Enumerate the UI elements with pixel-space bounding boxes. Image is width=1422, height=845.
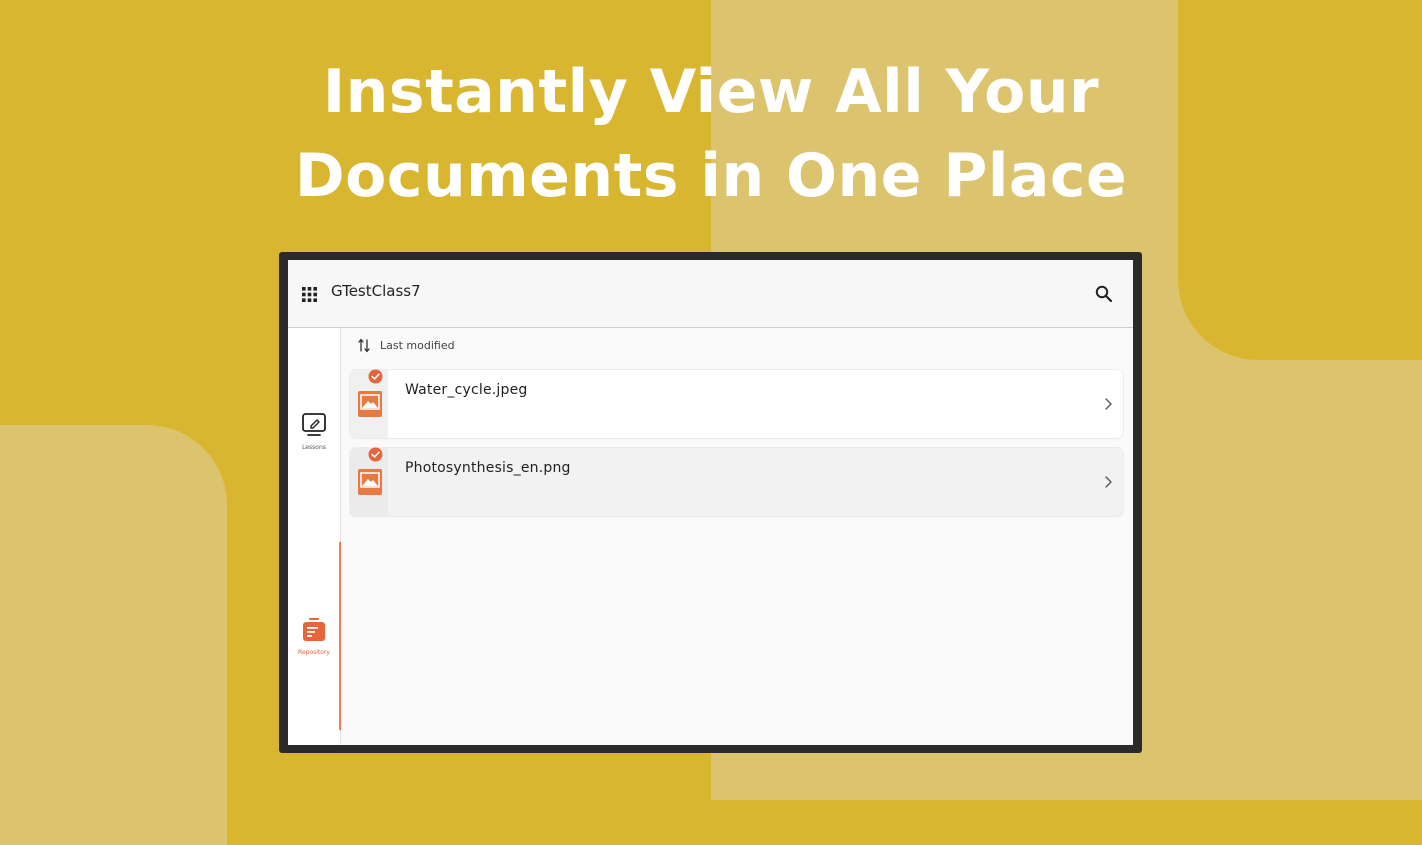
apps-grid-icon[interactable] bbox=[302, 287, 317, 302]
app-title: GTestClass7 bbox=[331, 282, 421, 300]
file-name: Water_cycle.jpeg bbox=[405, 382, 528, 398]
image-file-icon bbox=[358, 469, 382, 495]
file-row[interactable]: Photosynthesis_en.png bbox=[350, 447, 1123, 516]
check-icon bbox=[368, 447, 383, 462]
sidebar-item-repository[interactable]: Repository bbox=[288, 617, 340, 656]
lesson-edit-icon bbox=[302, 413, 326, 436]
chevron-right-icon bbox=[1105, 476, 1112, 488]
app-screen: GTestClass7 Lessons Repository Last modi… bbox=[288, 260, 1133, 745]
app-bar: GTestClass7 bbox=[288, 260, 1133, 328]
background-bottom-left-card bbox=[0, 425, 227, 845]
sidebar-item-label: Lessons bbox=[302, 444, 326, 451]
search-icon[interactable] bbox=[1094, 284, 1114, 304]
sidebar-item-lessons[interactable]: Lessons bbox=[288, 412, 340, 451]
check-icon bbox=[368, 369, 383, 384]
sort-label: Last modified bbox=[380, 339, 455, 352]
sidebar-item-label: Repository bbox=[298, 649, 330, 656]
sort-icon bbox=[358, 338, 370, 353]
image-file-icon bbox=[358, 391, 382, 417]
repository-icon bbox=[303, 618, 325, 641]
sidebar-rail: Lessons Repository bbox=[288, 328, 341, 745]
active-rail-indicator bbox=[339, 542, 341, 730]
headline-line-2: Documents in One Place bbox=[294, 141, 1128, 211]
chevron-right-icon bbox=[1105, 398, 1112, 410]
file-row[interactable]: Water_cycle.jpeg bbox=[350, 369, 1123, 438]
headline-line-1: Instantly View All Your bbox=[322, 57, 1100, 127]
file-name: Photosynthesis_en.png bbox=[405, 460, 571, 476]
headline: Instantly View All Your Documents in One… bbox=[0, 50, 1422, 218]
